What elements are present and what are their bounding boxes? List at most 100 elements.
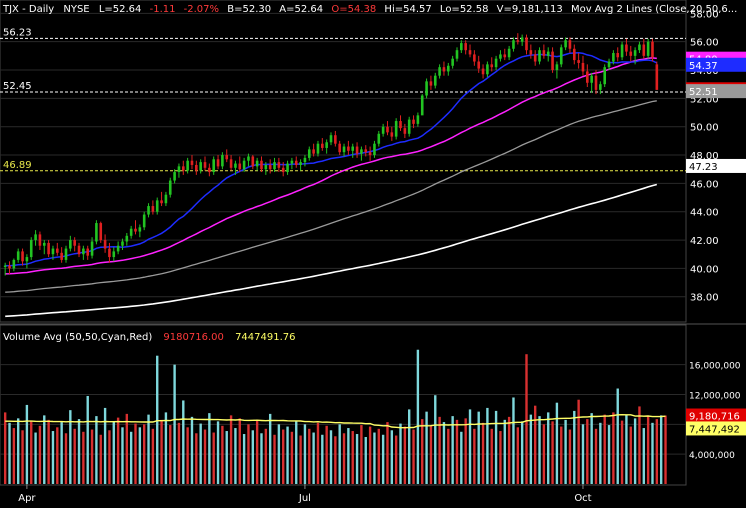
volume-bar (321, 434, 324, 484)
volume-bar (533, 405, 537, 484)
volume-bar (499, 431, 502, 484)
candle-body (164, 194, 168, 204)
value-badge-label: 54.37 (689, 61, 718, 72)
candle-body (646, 41, 650, 56)
volume-bar (251, 430, 254, 484)
volume-bar (568, 429, 572, 484)
candle-body (460, 43, 463, 51)
candle-body (173, 172, 176, 181)
volume-bar (221, 425, 224, 484)
volume-bar (177, 422, 181, 484)
reference-line-label: 46.89 (3, 160, 32, 171)
stock-chart[interactable]: 56.23 52.45 46.89 38.00 40.00 42.00 44.00 46.0… (0, 0, 746, 508)
volume-bar (56, 427, 59, 484)
volume-bar (429, 425, 433, 484)
candle-body (321, 143, 324, 148)
volume-bar (434, 395, 437, 484)
candle-body (451, 58, 454, 66)
candle-body (381, 126, 385, 134)
candle-body (577, 60, 580, 63)
price-tick-label: 50.00 (690, 123, 719, 134)
candle-body (108, 248, 111, 258)
candle-body (177, 166, 181, 173)
volume-bar (51, 431, 55, 484)
volume-bar (616, 388, 619, 484)
candle-body (103, 240, 107, 249)
candle-body (121, 241, 124, 246)
candle-body (168, 180, 172, 195)
study-label: Mov Avg 2 Lines (Close,20,50,6... (571, 4, 737, 15)
candle-body (612, 53, 615, 62)
volume-bar (633, 418, 637, 484)
volume-bar (394, 435, 398, 484)
candle-body (494, 58, 498, 68)
candle-body (416, 115, 420, 124)
volume-bar (156, 355, 159, 484)
volume-bar (282, 429, 285, 484)
volume-bar (199, 423, 202, 484)
volume-bar (190, 416, 194, 484)
candle-body (60, 252, 63, 260)
volume-bar (295, 421, 298, 484)
volume-bar (21, 430, 24, 484)
volume-bar (12, 428, 16, 484)
candle-body (386, 126, 389, 133)
volume-bar (303, 424, 307, 484)
candle-body (403, 128, 407, 134)
candle-body (247, 156, 250, 161)
volume-bar (490, 428, 493, 484)
volume-bar (547, 412, 550, 484)
ask-price: A=52.64 (279, 4, 323, 15)
volume-bar (225, 431, 228, 484)
candle-body (512, 40, 515, 49)
volume-bar (299, 435, 302, 484)
percent-change: -2.07% (184, 4, 219, 15)
reference-line-label: 56.23 (3, 27, 32, 38)
candle-body (64, 248, 68, 260)
candle-body (620, 44, 624, 58)
volume-bar (655, 419, 659, 484)
candle-body (195, 164, 198, 171)
candle-body (329, 135, 333, 143)
bid-price: B=52.30 (227, 4, 271, 15)
reference-line-label: 52.45 (3, 81, 32, 92)
volume-bar (577, 399, 580, 484)
volume-bar (286, 426, 289, 484)
volume-bar (338, 424, 341, 484)
candle-body (364, 149, 368, 153)
open-price: O=54.38 (331, 4, 376, 15)
candle-body (73, 240, 76, 246)
volume-bar (277, 424, 281, 484)
volume-bar (108, 430, 111, 484)
volume-bar (520, 421, 524, 484)
candle-body (555, 64, 559, 71)
candle-body (425, 81, 428, 96)
candle-body (629, 51, 633, 56)
volume-bar (399, 423, 402, 484)
volume-bar (264, 428, 268, 484)
candle-body (338, 143, 341, 153)
volume-bar (408, 409, 411, 484)
volume-bar (403, 426, 407, 484)
volume-bar (229, 415, 233, 484)
value-badge-label: 9,180,716 (689, 412, 740, 423)
volume-bar (147, 414, 150, 484)
candle-body (468, 50, 472, 55)
candle-body (438, 67, 441, 76)
candle-body (564, 40, 567, 48)
candle-body (225, 155, 229, 160)
candle-body (351, 146, 355, 151)
candle-body (590, 75, 593, 83)
volume-bar (494, 410, 498, 484)
volume-bar (373, 432, 376, 484)
candle-body (559, 47, 563, 65)
candle-body (481, 68, 485, 75)
volume-bar (573, 410, 576, 484)
volume-bar (555, 402, 559, 484)
volume-bar (160, 419, 163, 484)
volume-bar (99, 434, 102, 484)
volume-average-value: 7447491.76 (235, 332, 295, 343)
candle-body (420, 95, 424, 116)
candle-body (572, 48, 576, 61)
volume-bar (542, 424, 546, 484)
